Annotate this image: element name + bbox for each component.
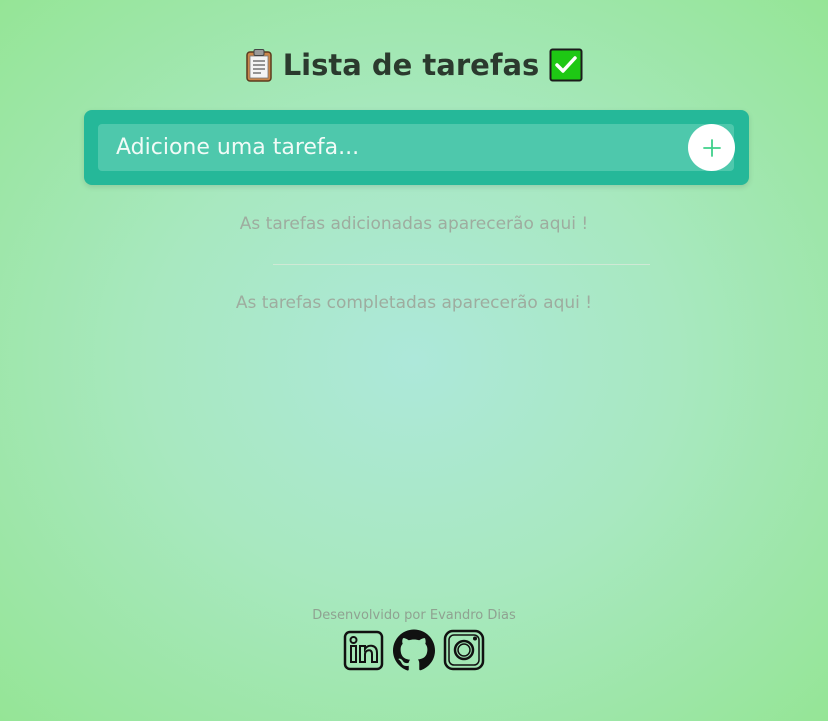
completed-tasks-empty-message: As tarefas completadas aparecerão aqui ! [235, 293, 593, 313]
pending-tasks-empty-message: As tarefas adicionadas aparecerão aqui ! [239, 214, 589, 234]
github-link[interactable] [393, 629, 435, 671]
instagram-link[interactable] [443, 629, 485, 671]
page-header: Lista de tarefas [0, 48, 828, 82]
github-icon [393, 629, 435, 675]
check-mark-button-icon [549, 48, 583, 82]
instagram-icon [443, 629, 485, 675]
section-divider [273, 264, 650, 265]
add-task-button[interactable] [688, 124, 735, 171]
footer-credit: Desenvolvido por Evandro Dias [312, 608, 516, 623]
plus-icon [702, 138, 722, 158]
page-title: Lista de tarefas [282, 48, 540, 82]
new-task-input[interactable] [98, 124, 734, 171]
linkedin-link[interactable] [343, 629, 385, 671]
new-task-bar [84, 110, 749, 185]
social-links [0, 629, 828, 671]
clipboard-icon [245, 48, 273, 82]
linkedin-icon [343, 630, 385, 675]
